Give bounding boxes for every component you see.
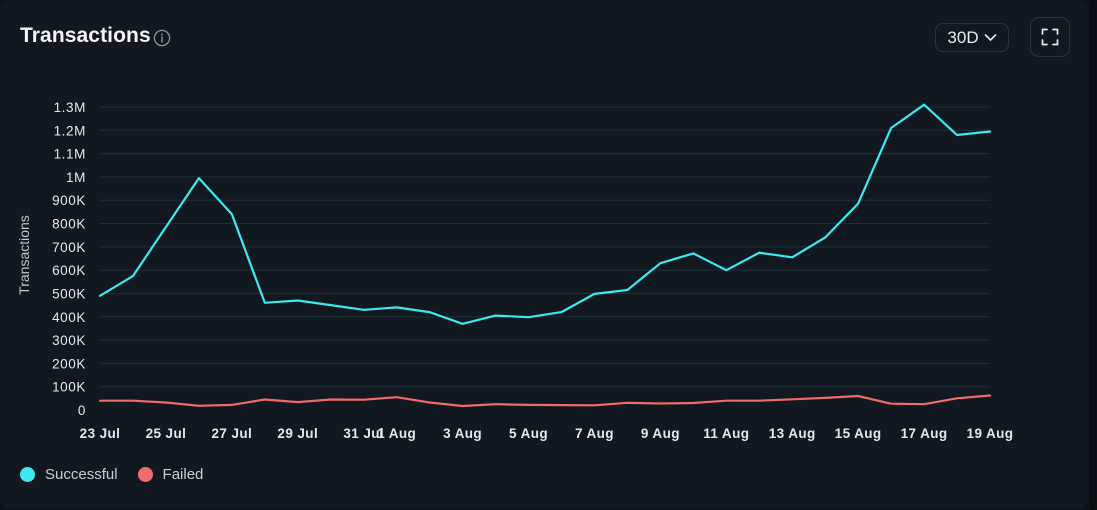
data-point-successful [889, 126, 893, 130]
data-point-successful [230, 212, 234, 216]
data-point-successful [494, 314, 498, 318]
data-point-successful [461, 322, 465, 326]
y-tick-label: 500K [52, 286, 86, 301]
data-point-failed [757, 399, 761, 403]
y-tick-label: 300K [52, 333, 86, 348]
data-point-failed [856, 394, 860, 398]
data-point-successful [691, 251, 695, 255]
y-tick-label: 200K [52, 356, 86, 371]
data-point-failed [790, 397, 794, 401]
data-point-failed [724, 399, 728, 403]
data-point-failed [428, 401, 432, 405]
data-point-successful [560, 310, 564, 314]
x-tick-label: 5 Aug [509, 426, 548, 441]
data-point-successful [625, 288, 629, 292]
data-point-failed [625, 401, 629, 405]
data-point-successful [856, 202, 860, 206]
legend-item-failed[interactable]: Failed [137, 466, 204, 483]
x-tick-label: 23 Jul [80, 426, 121, 441]
y-tick-label: 800K [52, 217, 86, 232]
data-point-successful [527, 315, 531, 319]
x-tick-label: 15 Aug [835, 426, 882, 441]
data-point-failed [164, 401, 168, 405]
data-point-failed [263, 398, 267, 402]
data-point-successful [724, 268, 728, 272]
data-point-successful [592, 292, 596, 296]
data-point-failed [922, 402, 926, 406]
data-point-failed [362, 398, 366, 402]
data-point-failed [560, 403, 564, 407]
data-point-failed [494, 402, 498, 406]
data-point-successful [922, 103, 926, 107]
y-tick-label: 1M [66, 170, 86, 185]
data-point-successful [395, 305, 399, 309]
data-point-successful [263, 301, 267, 305]
data-point-failed [461, 404, 465, 408]
data-point-failed [329, 398, 333, 402]
data-point-successful [131, 274, 135, 278]
data-point-failed [823, 396, 827, 400]
data-point-failed [98, 399, 102, 403]
data-point-failed [955, 396, 959, 400]
transactions-line-chart: 0 100K 200K 300K 400K 500K 600K 700K 800K 900K 1M 1… [16, 100, 1014, 441]
y-tick-label: 1.1M [54, 147, 86, 162]
x-tick-label: 27 Jul [212, 426, 253, 441]
y-tick-label: 900K [52, 193, 86, 208]
legend-swatch [137, 467, 153, 482]
data-point-successful [658, 261, 662, 265]
x-tick-label: 7 Aug [575, 426, 614, 441]
data-point-failed [296, 400, 300, 404]
data-point-successful [955, 133, 959, 137]
y-tick-label: 0 [78, 403, 86, 418]
transactions-card: Transactions 30D 0 100K 200K 300K 400K 500K 60… [0, 0, 1089, 508]
y-axis-label: Transactions [16, 215, 32, 295]
data-point-failed [230, 403, 234, 407]
x-tick-label: 19 Aug [967, 426, 1014, 441]
data-point-failed [131, 399, 135, 403]
y-tick-label: 400K [52, 310, 86, 325]
x-tick-label: 25 Jul [146, 426, 187, 441]
legend-label: Successful [45, 466, 118, 483]
data-point-successful [428, 310, 432, 314]
page-edge [1089, 0, 1097, 510]
data-point-failed [197, 404, 201, 408]
y-tick-label: 1.3M [54, 100, 86, 115]
data-point-failed [527, 403, 531, 407]
data-point-failed [592, 403, 596, 407]
legend-swatch [20, 467, 35, 482]
data-point-successful [757, 251, 761, 255]
x-tick-label: 9 Aug [641, 426, 680, 441]
y-tick-label: 1.2M [54, 123, 86, 138]
x-tick-label: 1 Aug [377, 426, 416, 441]
x-tick-label: 11 Aug [703, 426, 749, 441]
data-point-successful [164, 225, 168, 229]
legend-label: Failed [162, 466, 204, 483]
data-point-successful [988, 130, 992, 134]
x-tick-label: 29 Jul [277, 426, 318, 441]
data-point-successful [823, 236, 827, 240]
data-point-successful [98, 294, 102, 298]
x-tick-label: 17 Aug [901, 426, 948, 441]
data-point-successful [329, 303, 333, 307]
legend-item-successful[interactable]: Successful [20, 466, 118, 483]
data-point-successful [197, 176, 201, 180]
data-point-failed [395, 395, 399, 399]
data-point-failed [889, 402, 893, 406]
data-point-failed [658, 402, 662, 406]
y-tick-label: 100K [52, 380, 86, 395]
data-point-successful [362, 308, 366, 312]
y-tick-label: 700K [52, 240, 86, 255]
data-point-successful [296, 299, 300, 303]
data-point-successful [790, 255, 794, 259]
data-point-failed [691, 401, 695, 405]
chart-legend: Successful Failed [20, 466, 223, 483]
x-tick-label: 3 Aug [443, 426, 482, 441]
x-tick-label: 13 Aug [769, 426, 816, 441]
data-point-failed [988, 394, 992, 398]
y-tick-label: 600K [52, 263, 86, 278]
